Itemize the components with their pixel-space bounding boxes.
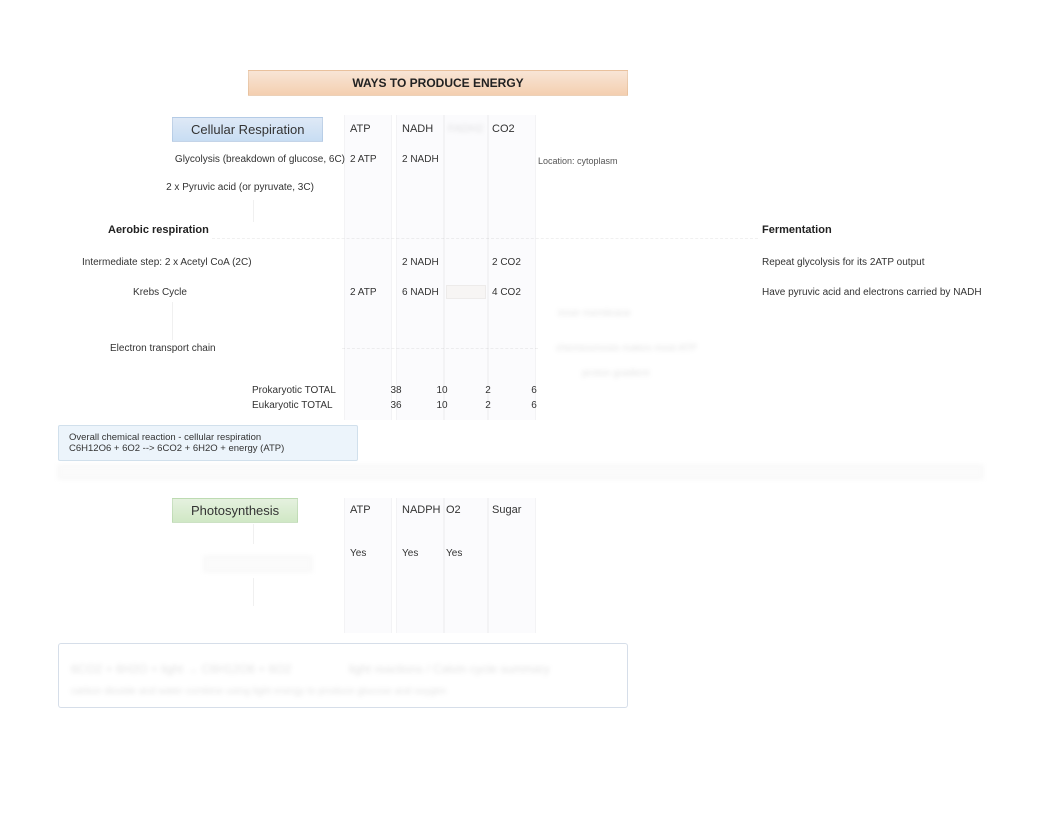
lower-equation-box: 6CO2 + 6H2O + light → C6H12O6 + 6O2 ligh… bbox=[58, 643, 628, 708]
dashed-line-2 bbox=[342, 348, 538, 349]
section-header-cellular: Cellular Respiration bbox=[172, 117, 323, 142]
blurred-bar-1 bbox=[58, 465, 983, 479]
equation-box-cellular: Overall chemical reaction - cellular res… bbox=[58, 425, 358, 461]
col-hdr-p-o2: O2 bbox=[446, 504, 461, 516]
dashed-line-1 bbox=[212, 238, 758, 239]
col-shade-fadh2 bbox=[444, 115, 488, 420]
col-hdr-atp: ATP bbox=[350, 123, 371, 135]
total-euk-d: 6 bbox=[526, 400, 542, 411]
total-euk-b: 10 bbox=[432, 400, 452, 411]
row-glycolysis: Glycolysis (breakdown of glucose, 6C) bbox=[95, 154, 345, 165]
total-pro-label: Prokaryotic TOTAL bbox=[252, 385, 336, 396]
val-krebs-co2: 4 CO2 bbox=[492, 287, 521, 298]
total-pro-d: 6 bbox=[526, 385, 542, 396]
val-photo-atp: Yes bbox=[350, 548, 366, 559]
total-euk-a: 36 bbox=[386, 400, 406, 411]
total-euk-label: Eukaryotic TOTAL bbox=[252, 400, 333, 411]
note-location-cytoplasm: Location: cytoplasm bbox=[538, 156, 618, 166]
section-header-photosynthesis: Photosynthesis bbox=[172, 498, 298, 523]
row-etc: Electron transport chain bbox=[110, 343, 216, 354]
val-intermediate-co2: 2 CO2 bbox=[492, 257, 521, 268]
col-shade-p-o2 bbox=[444, 498, 488, 633]
val-photo-o2: Yes bbox=[446, 548, 462, 559]
total-pro-c: 2 bbox=[480, 385, 496, 396]
row-pyruvic: 2 x Pyruvic acid (or pyruvate, 3C) bbox=[140, 182, 340, 193]
blurred-note-2: chemiosmosis makes most ATP bbox=[556, 343, 736, 354]
ferm-note-2: Have pyruvic acid and electrons carried … bbox=[762, 287, 982, 298]
page-title: WAYS TO PRODUCE ENERGY bbox=[248, 70, 628, 96]
col-shade-p-nadph bbox=[396, 498, 444, 633]
arrow-down-3 bbox=[253, 524, 254, 544]
arrow-down-1 bbox=[253, 200, 254, 222]
cell-krebs-fadh2-highlight bbox=[446, 285, 486, 299]
eq-line-2: C6H12O6 + 6O2 --> 6CO2 + 6H2O + energy (… bbox=[69, 443, 347, 454]
val-glycolysis-atp: 2 ATP bbox=[350, 154, 377, 165]
arrow-down-2 bbox=[172, 302, 173, 340]
val-photo-nadph: Yes bbox=[402, 548, 418, 559]
col-shade-p-atp bbox=[344, 498, 392, 633]
blurred-lower-bottom: carbon dioxide and water combine using l… bbox=[71, 686, 611, 697]
ferm-note-1: Repeat glycolysis for its 2ATP output bbox=[762, 257, 925, 268]
col-hdr-p-atp: ATP bbox=[350, 504, 371, 516]
blurred-photo-step-1 bbox=[204, 556, 312, 572]
hdr-fermentation: Fermentation bbox=[762, 224, 832, 236]
hdr-aerobic: Aerobic respiration bbox=[108, 224, 209, 236]
total-pro-b: 10 bbox=[432, 385, 452, 396]
blurred-note-1: inner membrane bbox=[558, 308, 658, 319]
total-pro-a: 38 bbox=[386, 385, 406, 396]
blurred-lower-left: 6CO2 + 6H2O + light → C6H12O6 + 6O2 bbox=[71, 662, 321, 676]
val-krebs-nadh: 6 NADH bbox=[402, 287, 439, 298]
col-hdr-nadh: NADH bbox=[402, 123, 433, 135]
col-hdr-p-nadph: NADPH bbox=[402, 504, 441, 516]
row-krebs: Krebs Cycle bbox=[95, 287, 225, 298]
col-shade-p-sugar bbox=[488, 498, 536, 633]
blurred-lower-right: light reactions / Calvin cycle summary bbox=[349, 662, 599, 676]
col-hdr-p-sugar: Sugar bbox=[492, 504, 521, 516]
col-hdr-co2: CO2 bbox=[492, 123, 515, 135]
row-intermediate: Intermediate step: 2 x Acetyl CoA (2C) bbox=[82, 257, 252, 268]
eq-line-1: Overall chemical reaction - cellular res… bbox=[69, 432, 347, 443]
col-hdr-fadh2-blurred: FADH2 bbox=[448, 123, 483, 135]
val-glycolysis-nadh: 2 NADH bbox=[402, 154, 439, 165]
arrow-down-4 bbox=[253, 578, 254, 606]
val-intermediate-nadh: 2 NADH bbox=[402, 257, 439, 268]
total-euk-c: 2 bbox=[480, 400, 496, 411]
blurred-note-3: proton gradient bbox=[582, 368, 712, 379]
val-krebs-atp: 2 ATP bbox=[350, 287, 377, 298]
